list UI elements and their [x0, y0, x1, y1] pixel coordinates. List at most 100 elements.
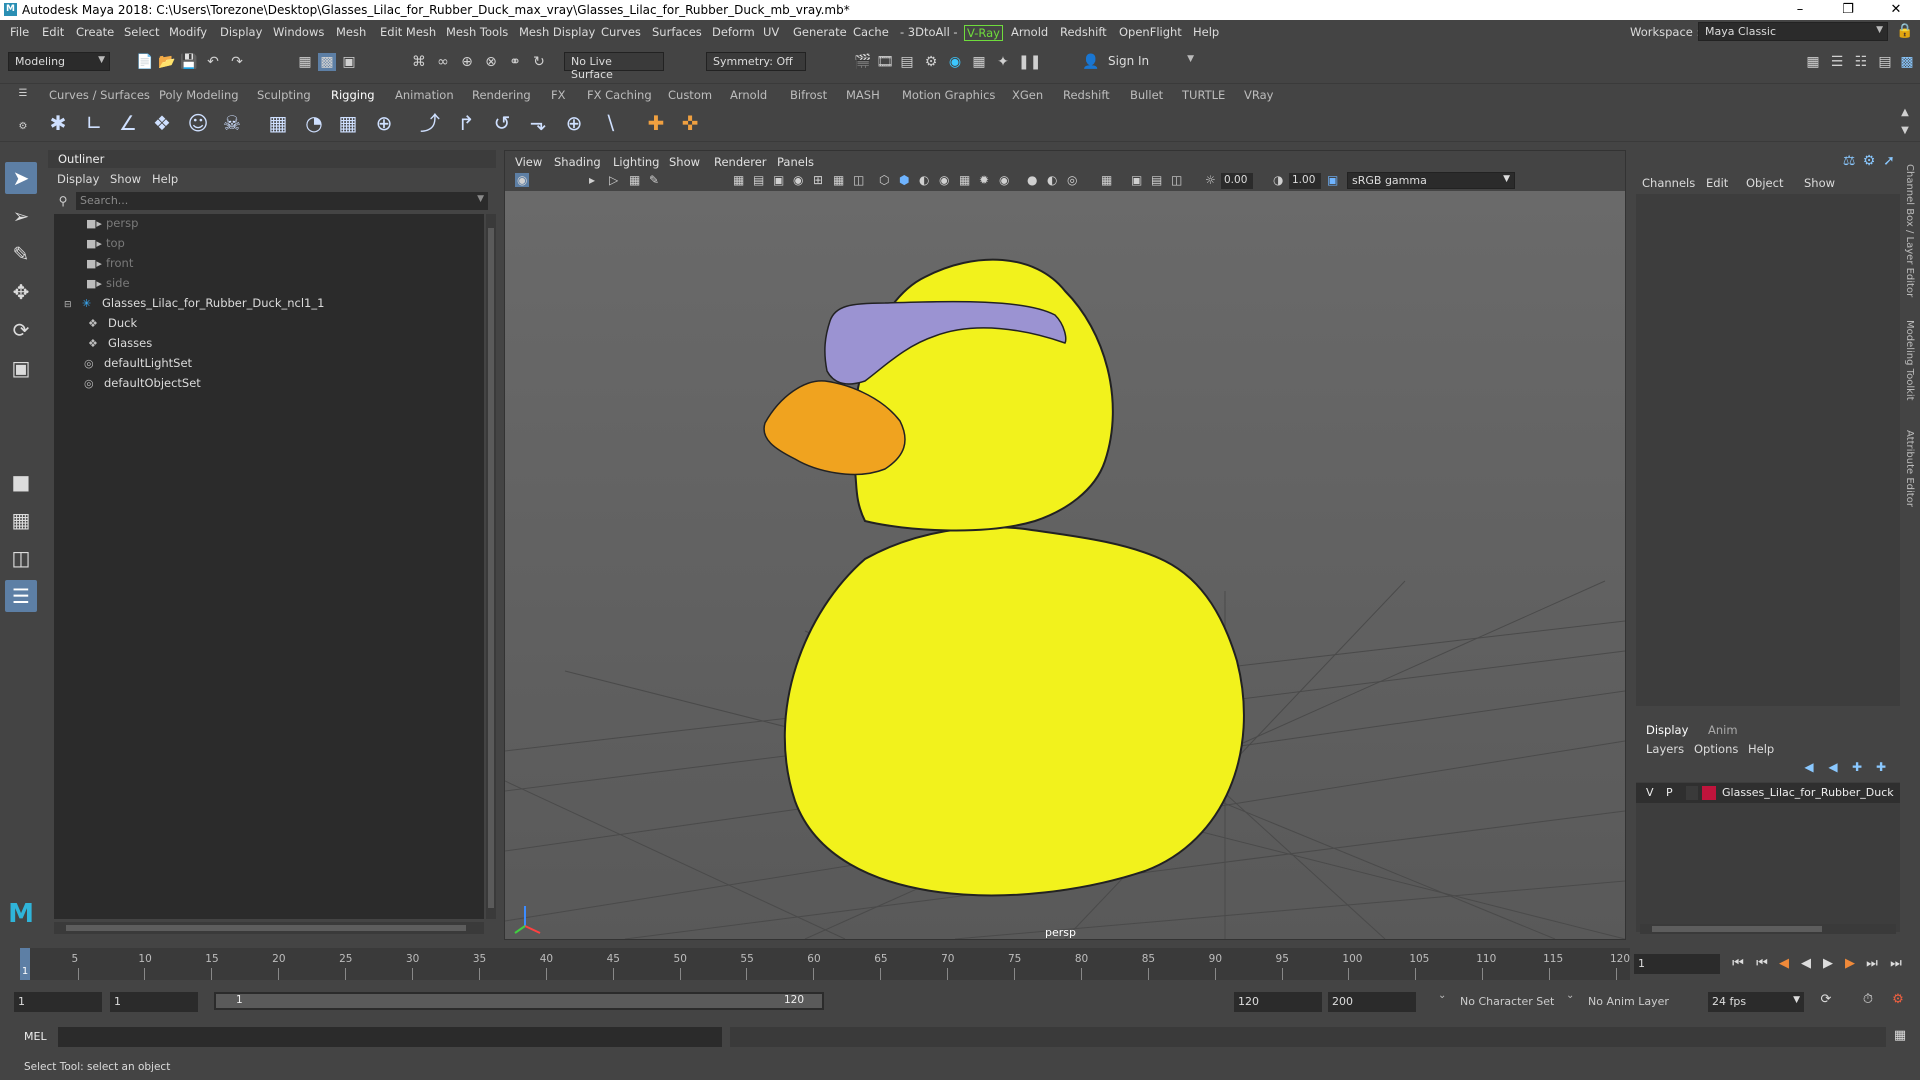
outliner-menu-show[interactable]: Show [110, 172, 141, 186]
safe-action-icon[interactable]: ▦ [833, 173, 844, 187]
snap-curve-icon[interactable]: ∞ [434, 53, 452, 71]
current-frame-marker[interactable]: 1 [20, 948, 30, 980]
snap-grid-icon[interactable]: ⌘ [410, 53, 428, 71]
sign-in-button[interactable]: Sign In ▼ [1102, 52, 1198, 71]
animation-preferences-icon[interactable]: ⚙ [1888, 992, 1908, 1010]
viewport-menu-lighting[interactable]: Lighting [613, 155, 659, 169]
layer-row[interactable]: V P Glasses_Lilac_for_Rubber_Duck [1636, 783, 1900, 803]
modeling-toolkit-icon[interactable]: ▦ [1804, 53, 1822, 71]
menu-curves[interactable]: Curves [601, 25, 641, 39]
menu-mesh-tools[interactable]: Mesh Tools [446, 25, 508, 39]
step-forward-key-icon[interactable]: ▶ [1840, 956, 1860, 974]
vray-render-icon[interactable]: ✦ [994, 53, 1012, 71]
two-d-pan-icon[interactable]: ✎ [649, 173, 659, 187]
layer-playback-toggle[interactable]: P [1666, 786, 1673, 799]
menu-openflight[interactable]: OpenFlight [1119, 25, 1182, 39]
menu-mesh-display[interactable]: Mesh Display [519, 25, 595, 39]
menu-generate[interactable]: Generate [793, 25, 847, 39]
step-back-key-icon[interactable]: ◀ [1774, 956, 1794, 974]
undo-icon[interactable]: ↶ [204, 53, 222, 71]
range-slider-handle[interactable]: 1 120 [216, 994, 822, 1008]
viewport-canvas[interactable]: persp [505, 191, 1625, 939]
skeleton-icon[interactable]: ☠ [218, 109, 246, 137]
two-view-icon[interactable]: ◫ [5, 542, 37, 574]
chevron-down-icon[interactable]: ⌄ [1438, 990, 1446, 1001]
select-camera-icon[interactable]: ◉ [515, 173, 530, 187]
search-options-icon[interactable]: ⚲ [54, 192, 72, 210]
constraint-orient-icon[interactable]: ↺ [488, 109, 516, 137]
scale-tool-icon[interactable]: ▣ [5, 352, 37, 384]
scroll-thumb[interactable] [66, 925, 466, 931]
select-tool-icon[interactable]: ➤ [5, 162, 37, 194]
menu-uv[interactable]: UV [763, 25, 779, 39]
pause-icon[interactable]: ❚❚ [1018, 53, 1041, 71]
shelf-options-icon[interactable]: ⚙ [14, 118, 32, 136]
exposure-icon[interactable]: ☼ [1205, 173, 1216, 187]
grid-icon[interactable]: ▦ [733, 173, 744, 187]
anim-layer-label[interactable]: No Anim Layer [1588, 995, 1669, 1008]
new-layer-selected-icon[interactable]: ✚ [1872, 758, 1890, 776]
outliner-horizontal-scrollbar[interactable] [54, 922, 484, 934]
open-scene-icon[interactable]: 📂 [158, 53, 176, 71]
sculpt-deformer-icon[interactable]: ✜ [676, 109, 704, 137]
side-tab-channel-box[interactable]: Channel Box / Layer Editor [1904, 164, 1915, 297]
gamma-field[interactable]: 1.00 [1289, 173, 1321, 189]
character-set-label[interactable]: No Character Set [1460, 995, 1554, 1008]
layer-visibility-toggle[interactable]: V [1646, 786, 1654, 799]
ambient-occlusion-icon[interactable]: ◉ [999, 173, 1009, 187]
render-view-icon[interactable]: ▦ [970, 53, 988, 71]
film-gate-icon[interactable]: ▤ [753, 173, 764, 187]
textured-icon[interactable]: ◉ [939, 173, 949, 187]
channels-menu-channels[interactable]: Channels [1642, 176, 1695, 190]
tool-toggle-icon[interactable]: ➚ [1880, 152, 1898, 170]
go-to-end-icon[interactable]: ⏭ [1886, 956, 1906, 974]
side-tab-attribute-editor[interactable]: Attribute Editor [1904, 430, 1915, 507]
four-view-icon[interactable]: ▦ [5, 504, 37, 536]
playback-end-field[interactable]: 120 [1234, 992, 1322, 1012]
play-backwards-icon[interactable]: ◀ [1796, 956, 1816, 974]
bind-skin-icon[interactable]: ▦ [264, 109, 292, 137]
list-item[interactable]: ⊟ ✳ Glasses_Lilac_for_Rubber_Duck_ncl1_1 [64, 296, 324, 316]
new-scene-icon[interactable]: 📄 [136, 53, 154, 71]
ik-spline-icon[interactable]: ∠ [114, 109, 142, 137]
shelf-tab-rigging[interactable]: Rigging [331, 88, 375, 102]
list-item[interactable]: ■▸ side [86, 276, 130, 296]
shelf-tab-fx-caching[interactable]: FX Caching [587, 88, 652, 102]
shelf-tab-custom[interactable]: Custom [668, 88, 712, 102]
menu-create[interactable]: Create [76, 25, 114, 39]
render-sequence-icon[interactable]: 🎞 [876, 53, 894, 71]
menu-modify[interactable]: Modify [169, 25, 207, 39]
shelf-scroll-up-icon[interactable]: ▲ [1896, 104, 1914, 122]
snap-view-icon[interactable]: ⊗ [482, 53, 500, 71]
viewport-menu-show[interactable]: Show [669, 155, 700, 169]
current-frame-field[interactable]: 1 [1634, 954, 1720, 974]
list-item[interactable]: ■▸ front [86, 256, 133, 276]
x-ray-components-icon[interactable]: ◫ [1171, 173, 1182, 187]
shelf-tab-turtle[interactable]: TURTLE [1182, 88, 1225, 102]
layer-color-swatch[interactable] [1702, 786, 1716, 800]
animation-start-field[interactable]: 1 [14, 992, 102, 1012]
list-item[interactable]: ■▸ persp [86, 216, 138, 236]
shelf-tab-xgen[interactable]: XGen [1012, 88, 1043, 102]
list-item[interactable]: ❖ Glasses [88, 336, 152, 356]
shelf-tab-animation[interactable]: Animation [395, 88, 454, 102]
menu-deform[interactable]: Deform [712, 25, 755, 39]
color-space-select[interactable]: sRGB gamma ▼ [1347, 172, 1515, 189]
new-layer-icon[interactable]: ✚ [1848, 758, 1866, 776]
workspace-select[interactable]: Maya Classic ▼ [1698, 22, 1888, 41]
play-forwards-icon[interactable]: ▶ [1818, 956, 1838, 974]
outliner-layout-icon[interactable]: ☰ [5, 580, 37, 612]
list-item[interactable]: ◎ defaultLightSet [84, 356, 192, 376]
quick-rig-icon[interactable]: ❖ [148, 109, 176, 137]
lock-icon[interactable]: 🔒 [1896, 22, 1914, 40]
close-icon[interactable]: ✕ [1876, 0, 1916, 20]
layers-menu-layers[interactable]: Layers [1646, 742, 1684, 756]
constraint-parent-icon[interactable]: ⊕ [560, 109, 588, 137]
x-ray-joints-icon[interactable]: ▤ [1151, 173, 1162, 187]
live-surface-field[interactable]: No Live Surface [564, 52, 664, 81]
playback-start-field[interactable]: 1 [110, 992, 198, 1012]
maximize-icon[interactable]: ❐ [1828, 0, 1868, 20]
select-by-object-icon[interactable]: ▩ [318, 53, 336, 71]
layer-type-toggle[interactable] [1686, 786, 1698, 800]
minimize-icon[interactable]: – [1780, 0, 1820, 20]
